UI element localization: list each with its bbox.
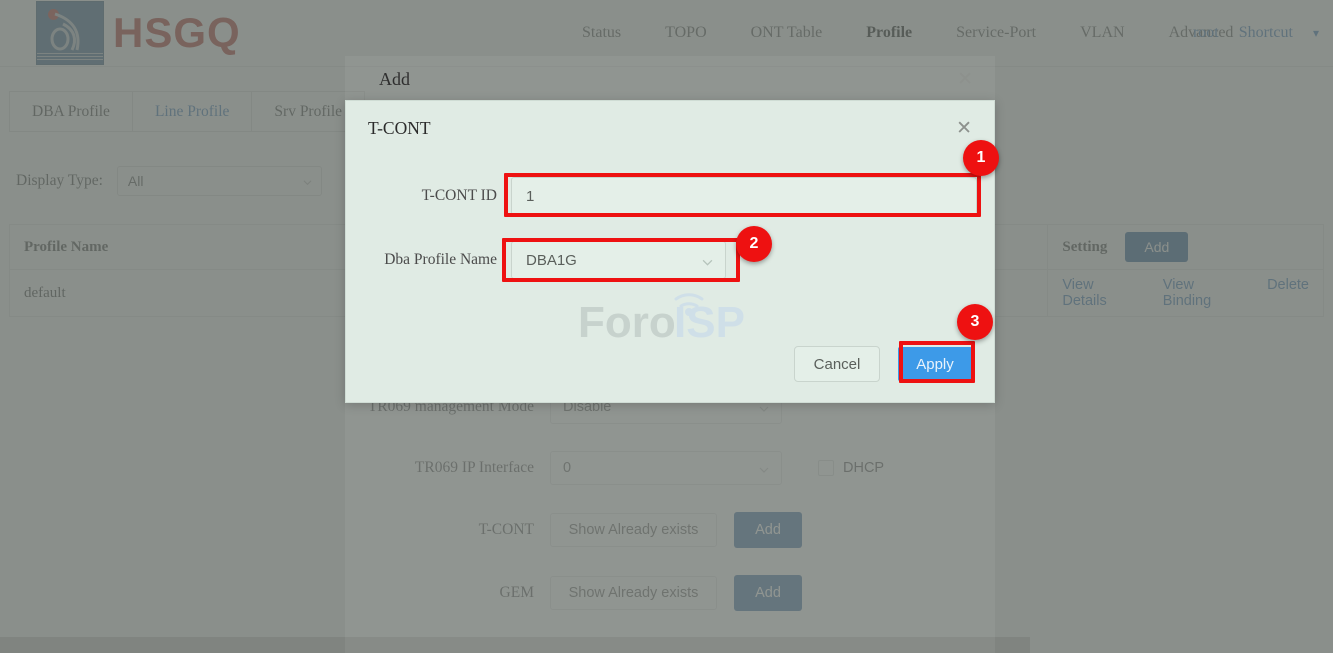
svg-text:Foro: Foro [578,298,676,347]
label-dba-profile-name: Dba Profile Name [384,251,497,268]
svg-text:ISP: ISP [674,298,745,347]
field-row-tcont-id: T-CONT ID 1 [346,177,994,215]
tcont-dialog: T-CONT ✕ Foro ISP T-CONT ID 1 Dba Profil… [345,100,995,403]
tcont-dialog-title: T-CONT [368,117,431,138]
close-icon[interactable]: ✕ [956,119,972,138]
add-modal-title: Add [379,69,410,89]
tcont-dialog-actions: Cancel Apply [794,346,972,382]
watermark-graphic: Foro ISP [578,293,745,347]
dba-profile-name-value: DBA1G [526,251,577,269]
dba-profile-name-select[interactable]: DBA1G [511,241,726,279]
field-row-dba-profile-name: Dba Profile Name DBA1G [346,241,994,279]
chevron-down-icon [702,259,713,266]
close-icon[interactable]: ✕ [957,70,973,89]
foroisp-watermark: Foro ISP [346,279,994,349]
add-modal-header: Add ✕ [345,56,995,103]
cancel-button[interactable]: Cancel [794,346,880,382]
apply-button[interactable]: Apply [898,347,972,381]
label-tcont-id: T-CONT ID [421,187,497,204]
tcont-dialog-header: T-CONT ✕ [346,101,994,155]
tcont-id-value: 1 [526,187,535,205]
tcont-id-input[interactable]: 1 [511,177,977,215]
